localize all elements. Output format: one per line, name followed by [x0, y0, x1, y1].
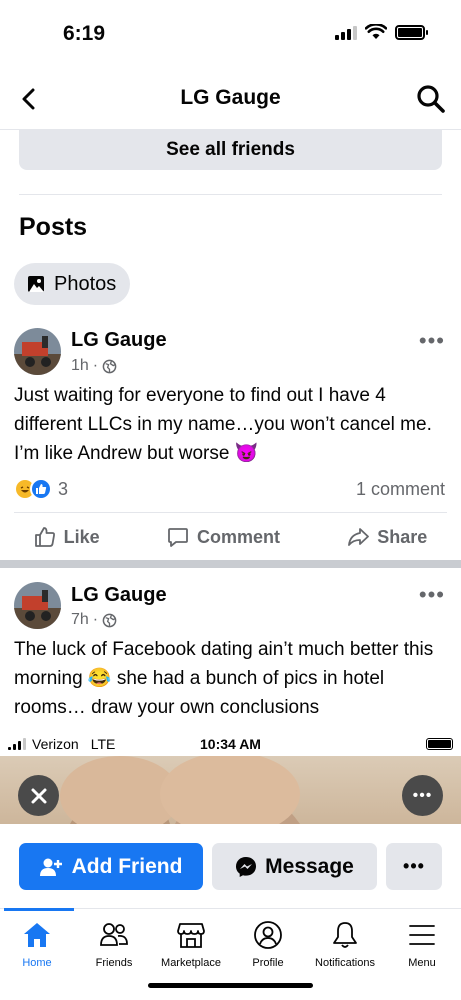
post-meta: 7h · — [71, 611, 117, 629]
tab-label: Profile — [252, 957, 284, 969]
like-reaction-icon — [30, 478, 52, 500]
post-more-button[interactable]: ••• — [419, 328, 445, 354]
divider — [14, 512, 447, 513]
embedded-time: 10:34 AM — [200, 736, 261, 752]
nav-bar: LG Gauge — [0, 70, 461, 130]
messenger-icon — [236, 856, 257, 877]
close-button[interactable] — [18, 775, 59, 816]
see-all-friends-button[interactable]: See all friends — [19, 130, 442, 170]
post-meta: 1h · — [71, 357, 117, 375]
tab-friends[interactable]: Friends — [74, 919, 154, 969]
wifi-icon — [365, 24, 387, 39]
post-image[interactable]: Verizon LTE 10:34 AM — [0, 732, 461, 824]
embedded-photo — [0, 752, 461, 824]
tab-notifications[interactable]: Notifications — [305, 919, 385, 969]
add-friend-button[interactable]: Add Friend — [19, 843, 203, 890]
active-tab-indicator — [4, 908, 74, 911]
post-author[interactable]: LG Gauge — [71, 584, 167, 607]
globe-icon — [102, 359, 117, 373]
comment-label: Comment — [196, 526, 280, 547]
globe-icon — [102, 613, 117, 627]
share-button[interactable]: Share — [347, 526, 427, 548]
tab-menu[interactable]: Menu — [382, 919, 461, 969]
reactions-summary[interactable]: 3 — [14, 478, 68, 500]
meta-separator: · — [92, 357, 99, 374]
post-more-button[interactable]: ••• — [419, 582, 445, 608]
comment-count[interactable]: 1 comment — [356, 479, 445, 500]
like-icon — [34, 527, 55, 547]
avatar[interactable] — [14, 582, 61, 629]
comment-button[interactable]: Comment — [167, 526, 280, 548]
home-indicator — [148, 983, 313, 988]
share-icon — [348, 528, 370, 546]
post-time: 7h — [71, 611, 89, 628]
comment-icon — [168, 528, 188, 547]
status-icons — [335, 24, 428, 40]
tab-home[interactable]: Home — [0, 919, 77, 969]
tab-marketplace[interactable]: Marketplace — [151, 919, 231, 969]
signal-icon — [335, 24, 357, 40]
page-title: LG Gauge — [180, 86, 281, 109]
share-label: Share — [377, 526, 428, 547]
status-bar: 6:19 — [0, 0, 461, 70]
add-friend-icon — [39, 858, 62, 876]
like-label: Like — [63, 526, 100, 547]
meta-separator: · — [92, 611, 99, 628]
tab-label: Menu — [408, 957, 436, 969]
tab-label: Marketplace — [161, 957, 221, 969]
avatar[interactable] — [14, 328, 61, 375]
photos-chip-label: Photos — [54, 272, 117, 295]
status-time: 6:19 — [63, 22, 106, 45]
post-separator — [0, 560, 461, 568]
close-icon — [31, 788, 46, 803]
message-label: Message — [265, 854, 354, 878]
image-more-button[interactable]: ••• — [402, 775, 443, 816]
posts-heading: Posts — [19, 213, 88, 241]
battery-icon — [395, 24, 428, 40]
post-time: 1h — [71, 357, 89, 374]
photos-icon — [28, 276, 44, 292]
tab-label: Friends — [95, 957, 133, 969]
post-actions: Like Comment Share — [0, 518, 461, 556]
like-button[interactable]: Like — [34, 526, 100, 548]
post-text: Just waiting for everyone to find out I … — [14, 385, 432, 464]
divider — [19, 194, 442, 195]
post-text: The luck of Facebook dating ain’t much b… — [14, 639, 434, 718]
embedded-status-bar: Verizon LTE 10:34 AM — [0, 732, 461, 756]
tab-profile[interactable]: Profile — [228, 919, 308, 969]
reaction-icons — [14, 478, 52, 500]
search-icon — [417, 85, 445, 113]
battery-icon — [426, 738, 453, 750]
profile-icon — [252, 919, 284, 951]
marketplace-icon — [175, 919, 207, 951]
profile-actions: Add Friend Message ••• — [0, 824, 461, 908]
menu-icon — [406, 919, 438, 951]
add-friend-label: Add Friend — [71, 854, 183, 878]
tab-label: Notifications — [315, 957, 375, 969]
tab-label: Home — [22, 957, 52, 969]
search-button[interactable] — [415, 83, 447, 115]
bell-icon — [329, 919, 361, 951]
friends-icon — [98, 919, 130, 951]
home-icon — [21, 919, 53, 951]
post-author[interactable]: LG Gauge — [71, 329, 167, 352]
photos-filter-chip[interactable]: Photos — [14, 263, 131, 305]
reaction-count: 3 — [58, 478, 69, 499]
more-options-button[interactable]: ••• — [386, 843, 442, 890]
message-button[interactable]: Message — [212, 843, 377, 890]
